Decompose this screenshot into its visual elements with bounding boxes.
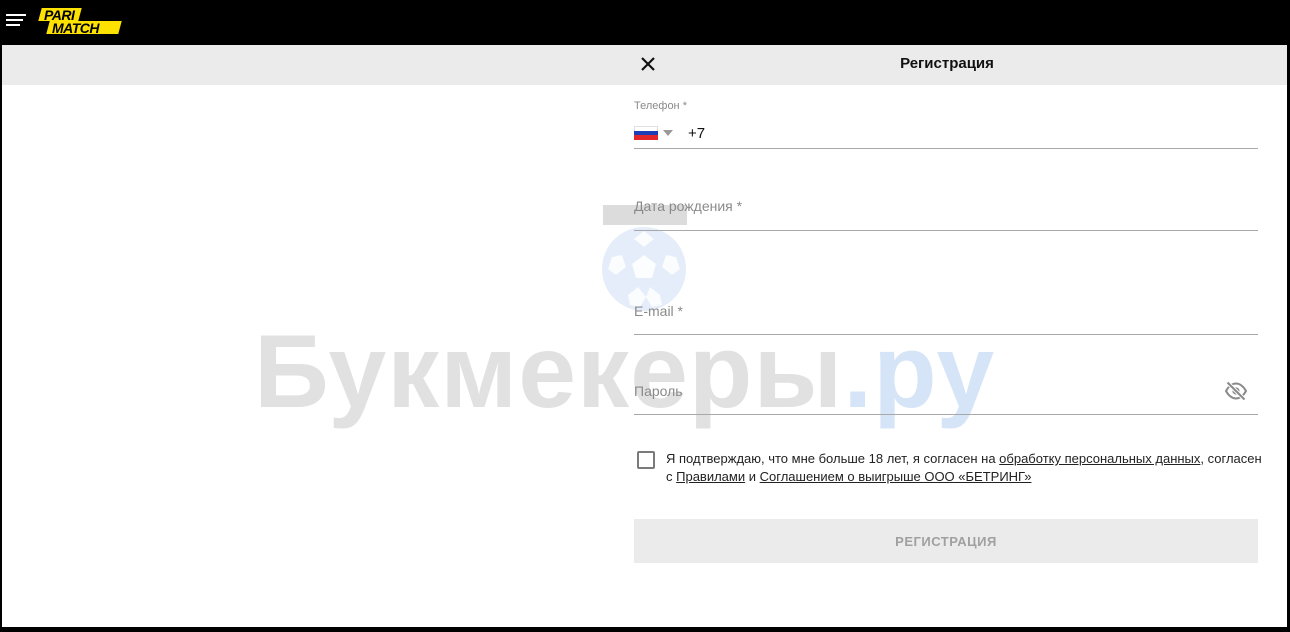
parimatch-logo[interactable]: PARI MATCH bbox=[38, 8, 122, 36]
modal-header: Регистрация bbox=[2, 45, 1287, 85]
dob-input[interactable] bbox=[634, 194, 1214, 218]
consent-text-1: Я подтверждаю, что мне больше 18 лет, я … bbox=[666, 451, 1000, 466]
close-icon[interactable] bbox=[638, 54, 658, 74]
eye-off-icon[interactable] bbox=[1224, 379, 1248, 403]
personal-data-link[interactable]: обработку персональных данных bbox=[999, 451, 1200, 466]
email-field bbox=[634, 285, 1258, 335]
registration-page: Регистрация Букмекеры.ру Телефон * +7 Да… bbox=[2, 45, 1287, 627]
phone-field: Телефон * bbox=[634, 100, 1258, 149]
password-input[interactable] bbox=[634, 379, 1214, 403]
dob-field bbox=[634, 180, 1258, 231]
phone-label: Телефон * bbox=[634, 100, 687, 112]
consent-checkbox[interactable] bbox=[637, 451, 655, 469]
chevron-down-icon[interactable] bbox=[663, 130, 673, 136]
logo-line2: MATCH bbox=[52, 20, 100, 36]
russia-flag-icon[interactable] bbox=[634, 126, 658, 140]
phone-input[interactable] bbox=[688, 122, 1248, 144]
password-field bbox=[634, 365, 1258, 415]
email-input[interactable] bbox=[634, 299, 1214, 323]
rules-link[interactable]: Правилами bbox=[676, 469, 745, 484]
consent-text: Я подтверждаю, что мне больше 18 лет, я … bbox=[666, 450, 1266, 486]
register-button[interactable]: РЕГИСТРАЦИЯ bbox=[634, 519, 1258, 563]
modal-title: Регистрация bbox=[900, 55, 994, 72]
hamburger-icon[interactable] bbox=[6, 14, 26, 28]
winnings-agreement-link[interactable]: Соглашением о выигрыше ООО «БЕТРИНГ» bbox=[760, 469, 1032, 484]
top-bar: PARI MATCH bbox=[0, 0, 1290, 45]
consent-text-3: и bbox=[745, 469, 760, 484]
